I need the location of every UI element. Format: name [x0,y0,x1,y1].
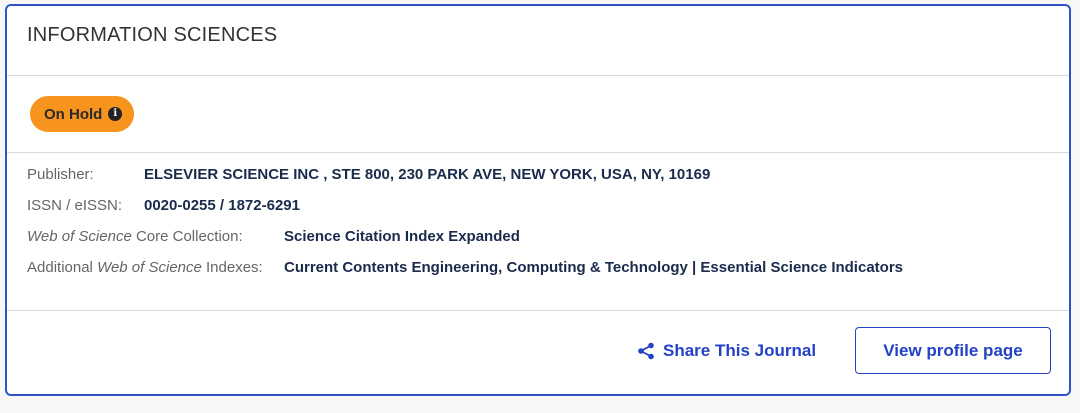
journal-title: INFORMATION SCIENCES [27,24,278,46]
view-profile-button[interactable]: View profile page [855,327,1051,374]
share-icon [637,342,655,360]
share-journal-link[interactable]: Share This Journal [637,341,816,361]
status-badge[interactable]: On Hold i [30,96,135,132]
issn-label: ISSN / eISSN: [27,197,123,214]
status-badge-label: On Hold [44,105,103,123]
additional-indexes-row: Additional Web of Science Indexes: Curre… [27,252,1069,283]
journal-card: INFORMATION SCIENCES On Hold i Publisher… [5,4,1071,396]
additional-indexes-label: Additional Web of Science Indexes: [27,259,263,276]
share-label: Share This Journal [663,341,817,360]
core-collection-value: Science Citation Index Expanded [284,228,520,245]
core-collection-row: Web of Science Core Collection: Science … [27,221,1069,252]
journal-details: Publisher: ELSEVIER SCIENCE INC , STE 80… [7,153,1069,311]
additional-indexes-value: Current Contents Engineering, Computing … [284,259,903,276]
info-icon[interactable]: i [108,107,123,121]
card-header: INFORMATION SCIENCES [7,6,1069,76]
publisher-row: Publisher: ELSEVIER SCIENCE INC , STE 80… [27,159,1069,190]
publisher-value: ELSEVIER SCIENCE INC , STE 800, 230 PARK… [144,166,711,183]
card-footer: Share This Journal View profile page [7,311,1069,394]
issn-row: ISSN / eISSN: 0020-0255 / 1872-6291 [27,190,1069,221]
status-row: On Hold i [7,76,1069,153]
core-collection-label: Web of Science Core Collection: [27,228,243,245]
publisher-label: Publisher: [27,166,94,183]
issn-value: 0020-0255 / 1872-6291 [144,197,300,214]
